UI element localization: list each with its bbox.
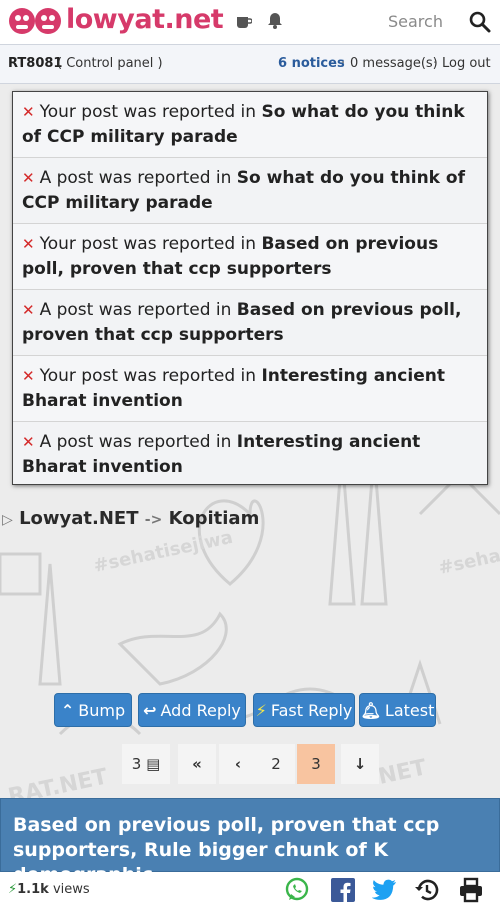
whatsapp-icon[interactable] — [284, 877, 310, 903]
topic-footer: ⚡1.1k views — [0, 872, 500, 906]
close-icon[interactable]: ✕ — [22, 301, 35, 319]
bump-button[interactable]: ⌃ Bump — [54, 693, 132, 727]
page-document-icon: ▤ — [146, 755, 161, 773]
close-icon[interactable]: ✕ — [22, 367, 35, 385]
notice-item[interactable]: ✕ A post was reported in Interesting anci… — [13, 422, 487, 484]
close-icon[interactable]: ✕ — [22, 169, 35, 187]
lightning-icon: ⚡ — [8, 882, 18, 897]
lightning-icon: ⚡ — [255, 701, 267, 720]
user-bar: RT8081 ( Control panel ) 6 notices · 0 m… — [0, 44, 500, 84]
breadcrumb-forum[interactable]: Kopitiam — [169, 508, 260, 529]
twitter-icon[interactable] — [372, 877, 398, 903]
print-icon[interactable] — [458, 877, 484, 903]
jump-down-button[interactable]: ↓ — [341, 744, 379, 784]
notice-text: Your post was reported in — [39, 102, 262, 122]
current-page: 3 — [297, 744, 335, 784]
topic-header: Based on previous poll, proven that ccp … — [0, 798, 500, 886]
notice-text: A post was reported in — [39, 300, 237, 320]
add-reply-button[interactable]: ↩ Add Reply — [138, 693, 246, 727]
breadcrumb-arrow-icon: ▷ — [2, 512, 13, 528]
notice-text: Your post was reported in — [39, 234, 262, 254]
facebook-icon[interactable] — [330, 877, 356, 903]
notice-item[interactable]: ✕ Your post was reported in Interesting a… — [13, 356, 487, 422]
svg-text:#sehatisejiwa: #sehatisejiwa — [92, 527, 235, 577]
coffee-icon[interactable] — [236, 12, 252, 30]
latest-button[interactable]: 🔔︎ Latest — [359, 693, 436, 727]
notices-link[interactable]: 6 notices — [278, 56, 345, 71]
site-logo[interactable]: lowyat.net — [66, 4, 224, 35]
reply-icon: ↩ — [143, 701, 157, 720]
notice-text: A post was reported in — [39, 432, 237, 452]
chevron-up-icon: ⌃ — [60, 701, 75, 720]
views-count: ⚡1.1k views — [8, 882, 90, 897]
latest-label: Latest — [384, 701, 435, 720]
close-icon[interactable]: ✕ — [22, 103, 35, 121]
control-panel-link[interactable]: ( Control panel ) — [57, 56, 163, 71]
breadcrumb-separator: -> — [144, 512, 163, 528]
messages-link[interactable]: 0 message(s) — [350, 56, 438, 71]
first-page-button[interactable]: « — [178, 744, 216, 784]
bump-label: Bump — [78, 701, 126, 720]
page-total: 3 — [131, 755, 142, 773]
views-number: 1.1k — [17, 882, 49, 897]
notice-text: A post was reported in — [39, 168, 237, 188]
close-icon[interactable]: ✕ — [22, 433, 35, 451]
svg-text:#seha: #seha — [437, 545, 500, 579]
notice-item[interactable]: ✕ Your post was reported in Based on prev… — [13, 224, 487, 290]
notice-item[interactable]: ✕ A post was reported in Based on previou… — [13, 290, 487, 356]
notices-dropdown: ✕ Your post was reported in So what do yo… — [12, 91, 488, 485]
breadcrumb: ▷ Lowyat.NET -> Kopitiam — [2, 508, 259, 529]
fast-reply-label: Fast Reply — [270, 701, 353, 720]
fast-reply-button[interactable]: ⚡ Fast Reply — [253, 693, 355, 727]
bell-icon[interactable] — [268, 12, 282, 30]
add-reply-label: Add Reply — [160, 701, 241, 720]
site-header: lowyat.net — [0, 0, 500, 44]
history-icon[interactable] — [414, 877, 440, 903]
notice-item[interactable]: ✕ A post was reported in So what do you t… — [13, 158, 487, 224]
separator: · — [341, 56, 346, 71]
search-icon[interactable] — [468, 10, 492, 34]
breadcrumb-root[interactable]: Lowyat.NET — [19, 508, 138, 529]
bell-icon: 🔔︎ — [360, 701, 381, 720]
lowyat-mascot-icon[interactable] — [8, 3, 64, 39]
separator: · — [433, 56, 438, 71]
page-count: 3 ▤ — [122, 744, 170, 784]
notice-text: Your post was reported in — [39, 366, 262, 386]
svg-text:NET: NET — [376, 755, 429, 790]
notice-item[interactable]: ✕ Your post was reported in So what do yo… — [13, 92, 487, 158]
close-icon[interactable]: ✕ — [22, 235, 35, 253]
prev-page-button[interactable]: ‹ — [219, 744, 257, 784]
username-link[interactable]: RT8081 — [8, 56, 62, 71]
views-label: views — [48, 882, 90, 897]
page-2-button[interactable]: 2 — [257, 744, 295, 784]
logout-link[interactable]: Log out — [442, 56, 491, 71]
search-input[interactable] — [330, 6, 460, 36]
